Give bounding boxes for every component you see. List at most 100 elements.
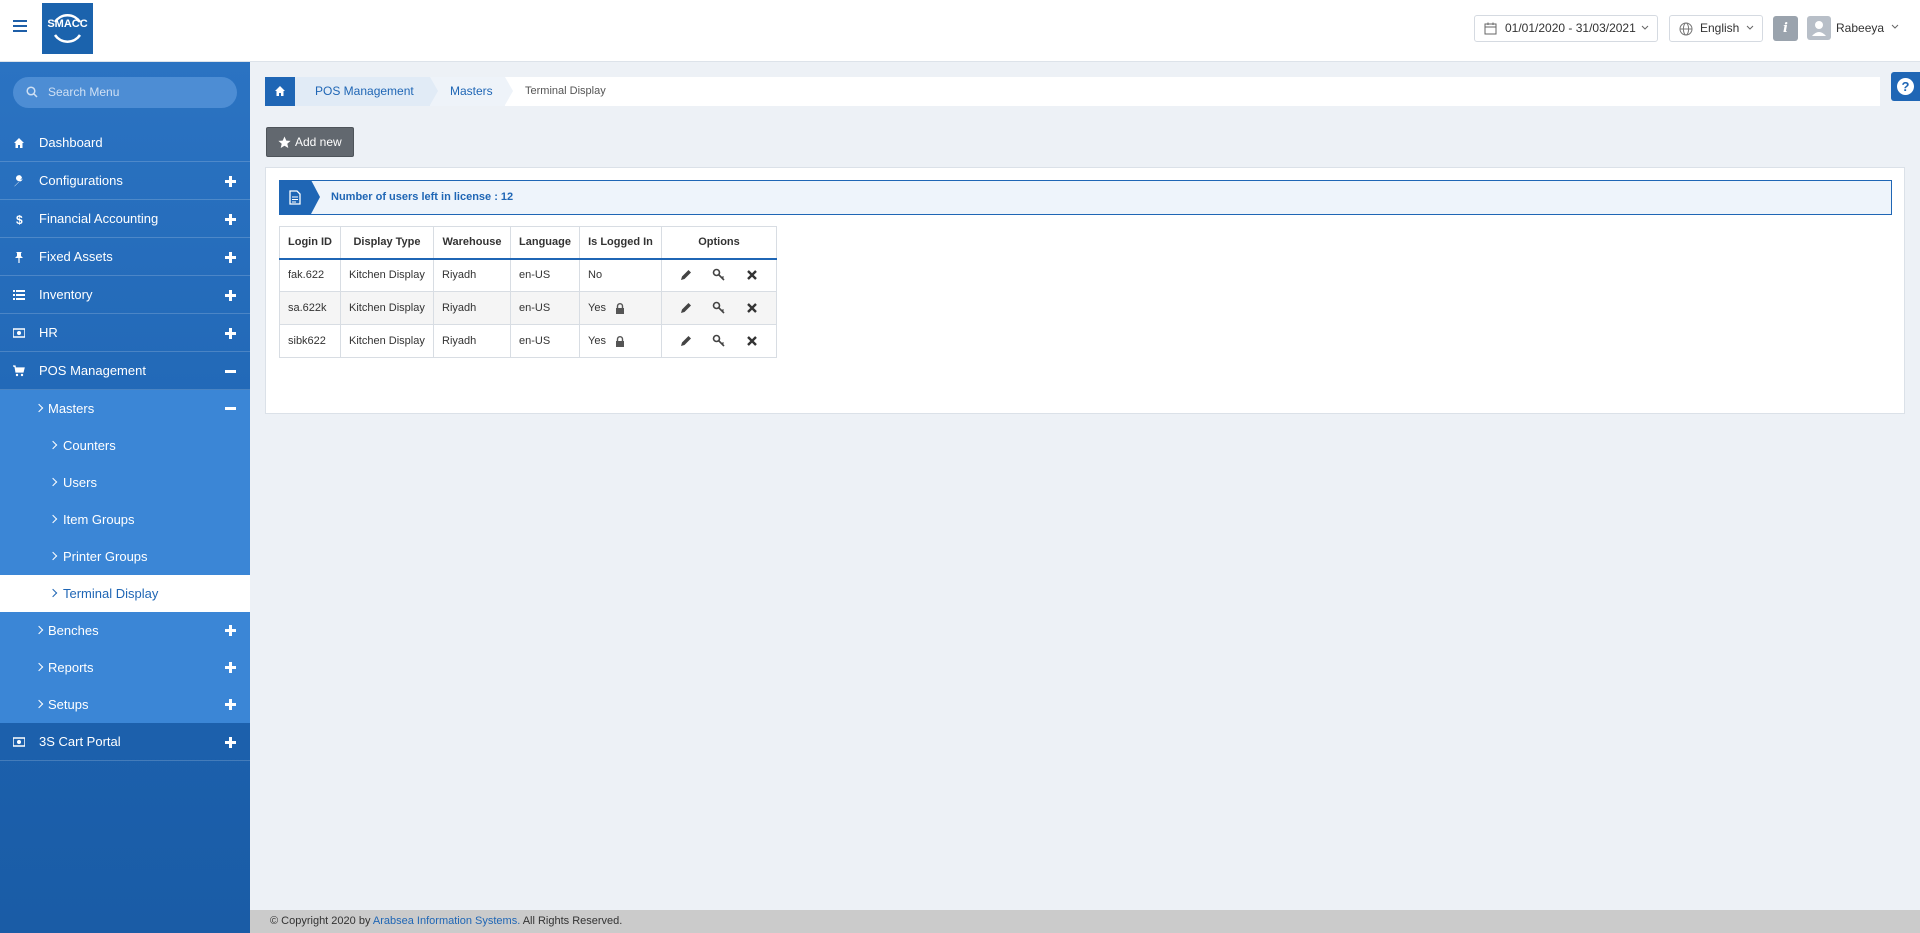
breadcrumb-pos-management[interactable]: POS Management (295, 77, 438, 106)
expand-plus-icon[interactable] (225, 625, 236, 636)
sidebar-item-3s-cart-portal[interactable]: 3S Cart Portal (0, 723, 250, 761)
date-range-text: 01/01/2020 - 31/03/2021 (1505, 21, 1636, 35)
company-link[interactable]: Arabsea Information Systems. (373, 915, 520, 927)
sidebar-item-dashboard[interactable]: Dashboard (0, 124, 250, 162)
expand-plus-icon[interactable] (225, 290, 236, 301)
sidebar-item-benches[interactable]: Benches (0, 612, 250, 649)
chevron-down-icon[interactable] (1891, 24, 1899, 30)
rights-text: All Rights Reserved. (522, 915, 623, 927)
search-input[interactable]: Search Menu (13, 77, 237, 108)
edit-pencil-icon[interactable] (679, 268, 693, 282)
chevron-right-icon (48, 551, 58, 561)
language-selector[interactable]: English (1669, 15, 1763, 42)
breadcrumb-masters[interactable]: Masters (430, 77, 513, 106)
chevron-right-icon (48, 514, 58, 524)
key-icon[interactable] (712, 301, 726, 315)
table-row: sibk622 Kitchen Display Riyadh en-US Yes (279, 324, 777, 358)
sidebar-item-configurations[interactable]: Configurations (0, 162, 250, 200)
question-icon: ? (1897, 78, 1914, 95)
sidebar-item-fixed-assets[interactable]: Fixed Assets (0, 238, 250, 276)
expand-plus-icon[interactable] (225, 214, 236, 225)
sidebar: Search Menu Dashboard Configurations $ F… (0, 62, 250, 933)
sidebar-item-label: Setups (48, 697, 89, 712)
lock-icon[interactable] (615, 335, 625, 347)
col-is-logged-in[interactable]: Is Logged In (579, 226, 662, 260)
sidebar-item-printer-groups[interactable]: Printer Groups (0, 538, 250, 575)
expand-plus-icon[interactable] (225, 176, 236, 187)
sidebar-item-label: Reports (48, 660, 94, 675)
sidebar-item-label: Users (63, 475, 97, 490)
logged-in-text: Yes (588, 335, 606, 347)
license-message: Number of users left in license : 12 (331, 191, 514, 203)
expand-plus-icon[interactable] (225, 737, 236, 748)
sidebar-item-reports[interactable]: Reports (0, 649, 250, 686)
table-row: fak.622 Kitchen Display Riyadh en-US No (279, 258, 777, 292)
sidebar-item-inventory[interactable]: Inventory (0, 276, 250, 314)
sidebar-item-label: Dashboard (39, 135, 103, 150)
content-panel: Number of users left in license : 12 Log… (265, 167, 1905, 414)
date-range-picker[interactable]: 01/01/2020 - 31/03/2021 (1474, 15, 1658, 42)
sidebar-item-financial-accounting[interactable]: $ Financial Accounting (0, 200, 250, 238)
list-icon (13, 290, 25, 300)
cell-options (661, 258, 777, 292)
language-text: English (1700, 21, 1740, 35)
sidebar-item-label: Configurations (39, 173, 123, 188)
chevron-down-icon (1746, 25, 1754, 30)
collapse-minus-icon[interactable] (225, 366, 236, 377)
delete-x-icon[interactable] (745, 268, 759, 282)
money-icon (13, 737, 25, 747)
add-new-button[interactable]: Add new (266, 127, 354, 157)
delete-x-icon[interactable] (745, 301, 759, 315)
dollar-icon: $ (16, 213, 23, 225)
top-bar: SMACC 01/01/2020 - 31/03/2021 English i … (0, 0, 1920, 62)
delete-x-icon[interactable] (745, 334, 759, 348)
sidebar-item-masters[interactable]: Masters (0, 390, 250, 427)
sidebar-item-setups[interactable]: Setups (0, 686, 250, 723)
pin-icon (15, 252, 23, 263)
expand-plus-icon[interactable] (225, 252, 236, 263)
edit-pencil-icon[interactable] (679, 334, 693, 348)
breadcrumb-home[interactable] (265, 77, 303, 106)
info-button[interactable]: i (1773, 16, 1798, 41)
home-icon (14, 138, 24, 148)
collapse-minus-icon[interactable] (225, 403, 236, 414)
svg-text:$: $ (16, 213, 23, 225)
cart-icon (13, 365, 25, 377)
calendar-icon (1484, 22, 1497, 35)
copyright-text: © Copyright 2020 by (270, 915, 371, 927)
help-button[interactable]: ? (1891, 72, 1920, 101)
col-warehouse[interactable]: Warehouse (433, 226, 511, 260)
cell-options (661, 291, 777, 325)
cell-login-id: fak.622 (279, 258, 341, 292)
star-icon (278, 136, 291, 148)
cell-language: en-US (510, 258, 580, 292)
col-language[interactable]: Language (510, 226, 580, 260)
hamburger-menu-icon[interactable] (13, 20, 27, 32)
col-login-id[interactable]: Login ID (279, 226, 341, 260)
sidebar-item-label: 3S Cart Portal (39, 734, 121, 749)
sidebar-item-item-groups[interactable]: Item Groups (0, 501, 250, 538)
table-row: sa.622k Kitchen Display Riyadh en-US Yes (279, 291, 777, 325)
key-icon[interactable] (712, 268, 726, 282)
sidebar-item-label: Terminal Display (63, 586, 159, 601)
expand-plus-icon[interactable] (225, 662, 236, 673)
sidebar-item-users[interactable]: Users (0, 464, 250, 501)
search-icon (26, 86, 38, 98)
user-name[interactable]: Rabeeya (1836, 21, 1884, 35)
sidebar-item-counters[interactable]: Counters (0, 427, 250, 464)
cell-login-id: sibk622 (279, 324, 341, 358)
expand-plus-icon[interactable] (225, 328, 236, 339)
col-display-type[interactable]: Display Type (340, 226, 434, 260)
sidebar-item-terminal-display[interactable]: Terminal Display (0, 575, 250, 612)
avatar[interactable] (1807, 16, 1831, 40)
sidebar-item-label: Counters (63, 438, 116, 453)
sidebar-item-pos-management[interactable]: POS Management (0, 352, 250, 390)
key-icon[interactable] (712, 334, 726, 348)
lock-icon[interactable] (615, 302, 625, 314)
edit-pencil-icon[interactable] (679, 301, 693, 315)
sidebar-item-hr[interactable]: HR (0, 314, 250, 352)
expand-plus-icon[interactable] (225, 699, 236, 710)
cell-is-logged-in: No (579, 258, 662, 292)
sidebar-item-label: POS Management (39, 363, 146, 378)
app-logo[interactable]: SMACC (42, 3, 93, 54)
